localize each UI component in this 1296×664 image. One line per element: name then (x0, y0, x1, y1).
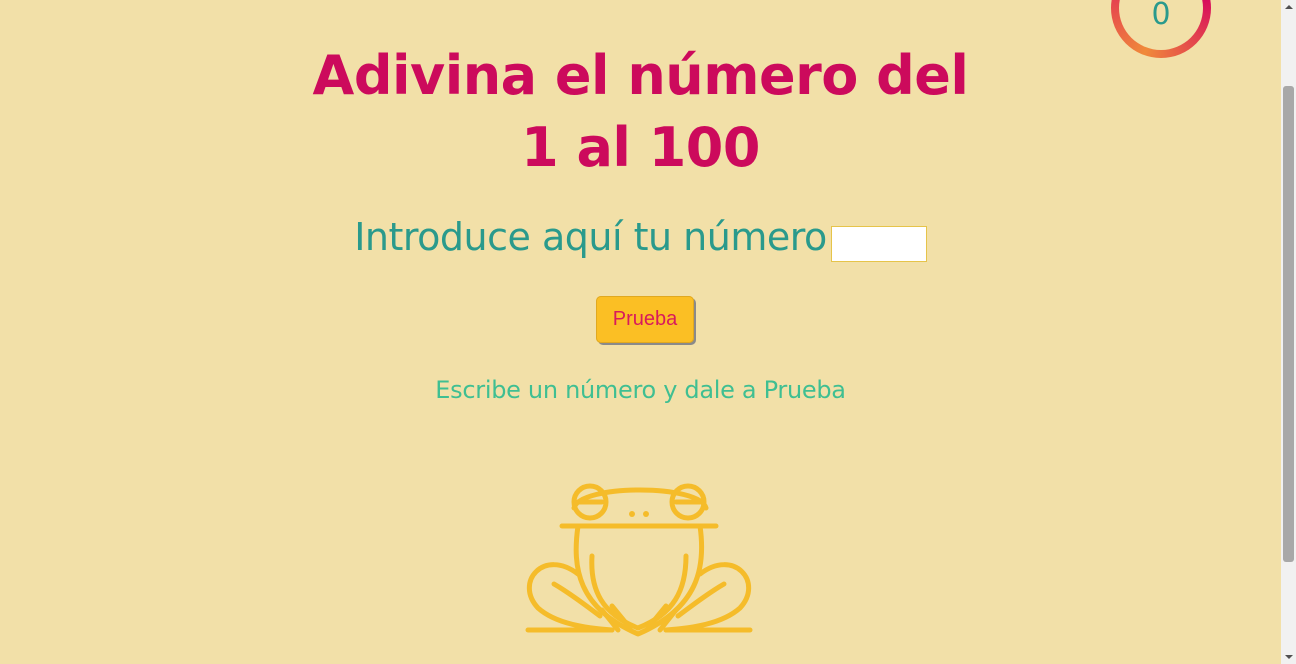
page-title-line-1: Adivina el número del (312, 44, 969, 107)
status-message: Escribe un número y dale a Prueba (435, 376, 846, 404)
frog-icon (525, 483, 753, 637)
guess-form: Introduce aquí tu número (0, 210, 1281, 264)
scrollbar-thumb[interactable] (1283, 86, 1294, 562)
page-title: Adivina el número del 1 al 100 (0, 40, 1281, 184)
page: 0 Adivina el número del 1 al 100 Introdu… (0, 0, 1281, 664)
scroll-up-arrow-icon[interactable] (1281, 0, 1296, 14)
attempts-counter-value: 0 (1151, 0, 1171, 32)
page-title-line-2: 1 al 100 (521, 116, 760, 179)
vertical-scrollbar[interactable] (1281, 0, 1296, 664)
scroll-down-arrow-icon[interactable] (1281, 650, 1296, 664)
try-button[interactable]: Prueba (596, 296, 694, 343)
guess-label: Introduce aquí tu número (354, 215, 827, 259)
guess-input[interactable] (830, 226, 927, 262)
